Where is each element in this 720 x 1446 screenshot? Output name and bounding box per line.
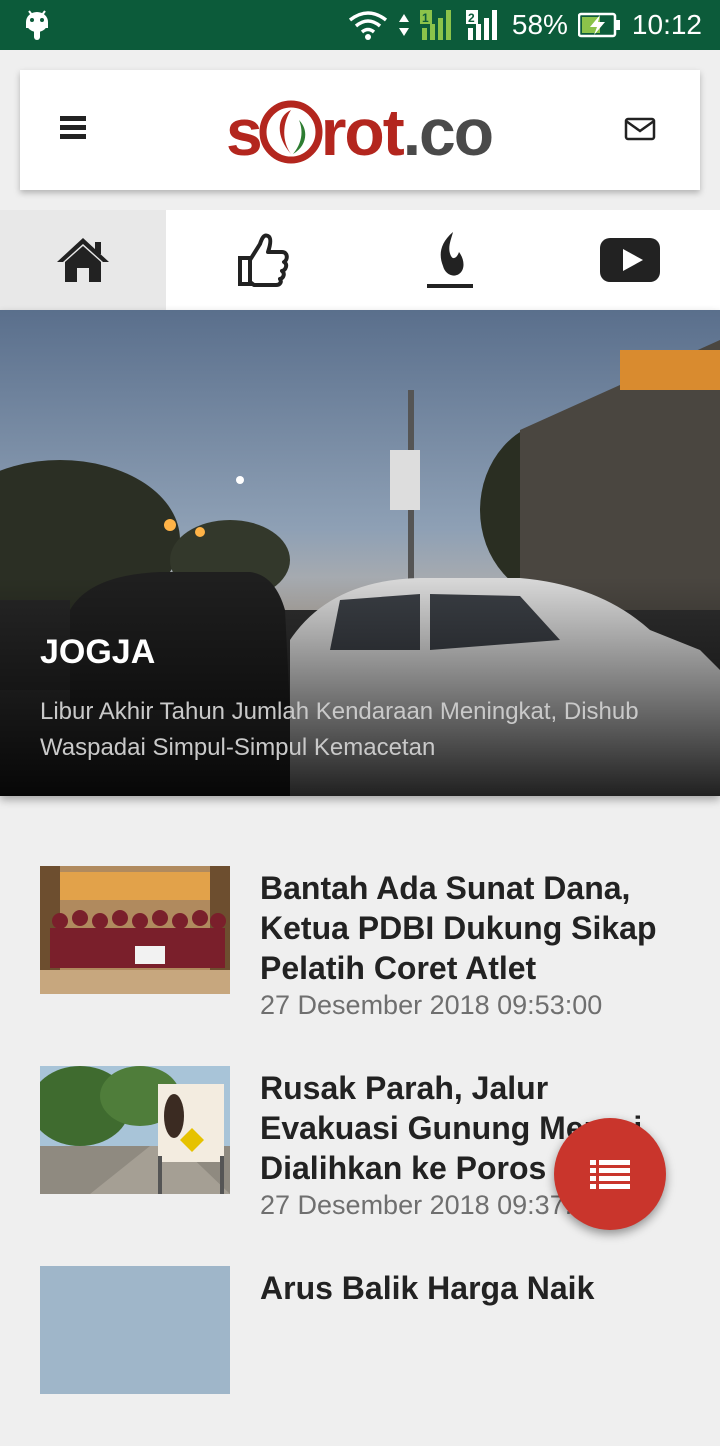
android-icon	[26, 10, 48, 40]
news-thumbnail	[40, 866, 230, 994]
status-bar: 1 2 58% 10:12	[0, 0, 720, 50]
battery-charging-icon	[577, 12, 620, 38]
clock: 10:12	[631, 9, 702, 40]
app-header: s rot .co	[20, 70, 700, 190]
play-icon	[600, 238, 660, 282]
logo[interactable]: s rot .co	[226, 94, 494, 170]
news-date: 27 Desember 2018 09:37:00	[260, 1190, 603, 1220]
news-date: 27 Desember 2018 09:53:00	[260, 990, 603, 1020]
logo-o-icon	[259, 100, 323, 164]
news-item[interactable]: Arus Balik Harga Naik	[40, 1266, 690, 1446]
signal-sim2-icon: 2	[465, 10, 497, 40]
menu-button[interactable]	[60, 112, 100, 148]
list-icon	[590, 1160, 630, 1189]
headline-title: Libur Akhir Tahun Jumlah Kendaraan Menin…	[40, 698, 639, 761]
category-tabs	[0, 210, 720, 310]
news-thumbnail	[40, 1266, 230, 1394]
battery-percent: 58%	[511, 9, 568, 40]
news-title: Bantah Ada Sunat Dana, Ketua PDBI Dukung…	[260, 870, 657, 986]
list-fab-button[interactable]	[554, 1118, 666, 1230]
home-icon	[57, 238, 109, 282]
flame-icon	[427, 232, 473, 288]
news-title: Arus Balik Harga Naik	[260, 1270, 595, 1306]
tab-trending[interactable]	[360, 210, 540, 310]
headline-card[interactable]: JOGJA Libur Akhir Tahun Jumlah Kendaraan…	[0, 310, 720, 796]
tab-home[interactable]	[0, 210, 166, 310]
signal-sim1-icon: 1	[419, 10, 451, 40]
mail-icon[interactable]	[624, 114, 656, 144]
wifi-icon	[348, 11, 387, 40]
headline-category: JOGJA	[40, 633, 156, 671]
thumbs-up-icon	[238, 233, 289, 287]
svg-text:1: 1	[422, 11, 429, 25]
data-arrows-icon	[398, 14, 409, 36]
tab-popular[interactable]	[166, 210, 360, 310]
svg-text:2: 2	[468, 11, 475, 25]
news-thumbnail	[40, 1066, 230, 1194]
hamburger-icon	[60, 116, 86, 121]
tab-video[interactable]	[540, 210, 720, 310]
news-item[interactable]: Bantah Ada Sunat Dana, Ketua PDBI Dukung…	[40, 866, 690, 1046]
